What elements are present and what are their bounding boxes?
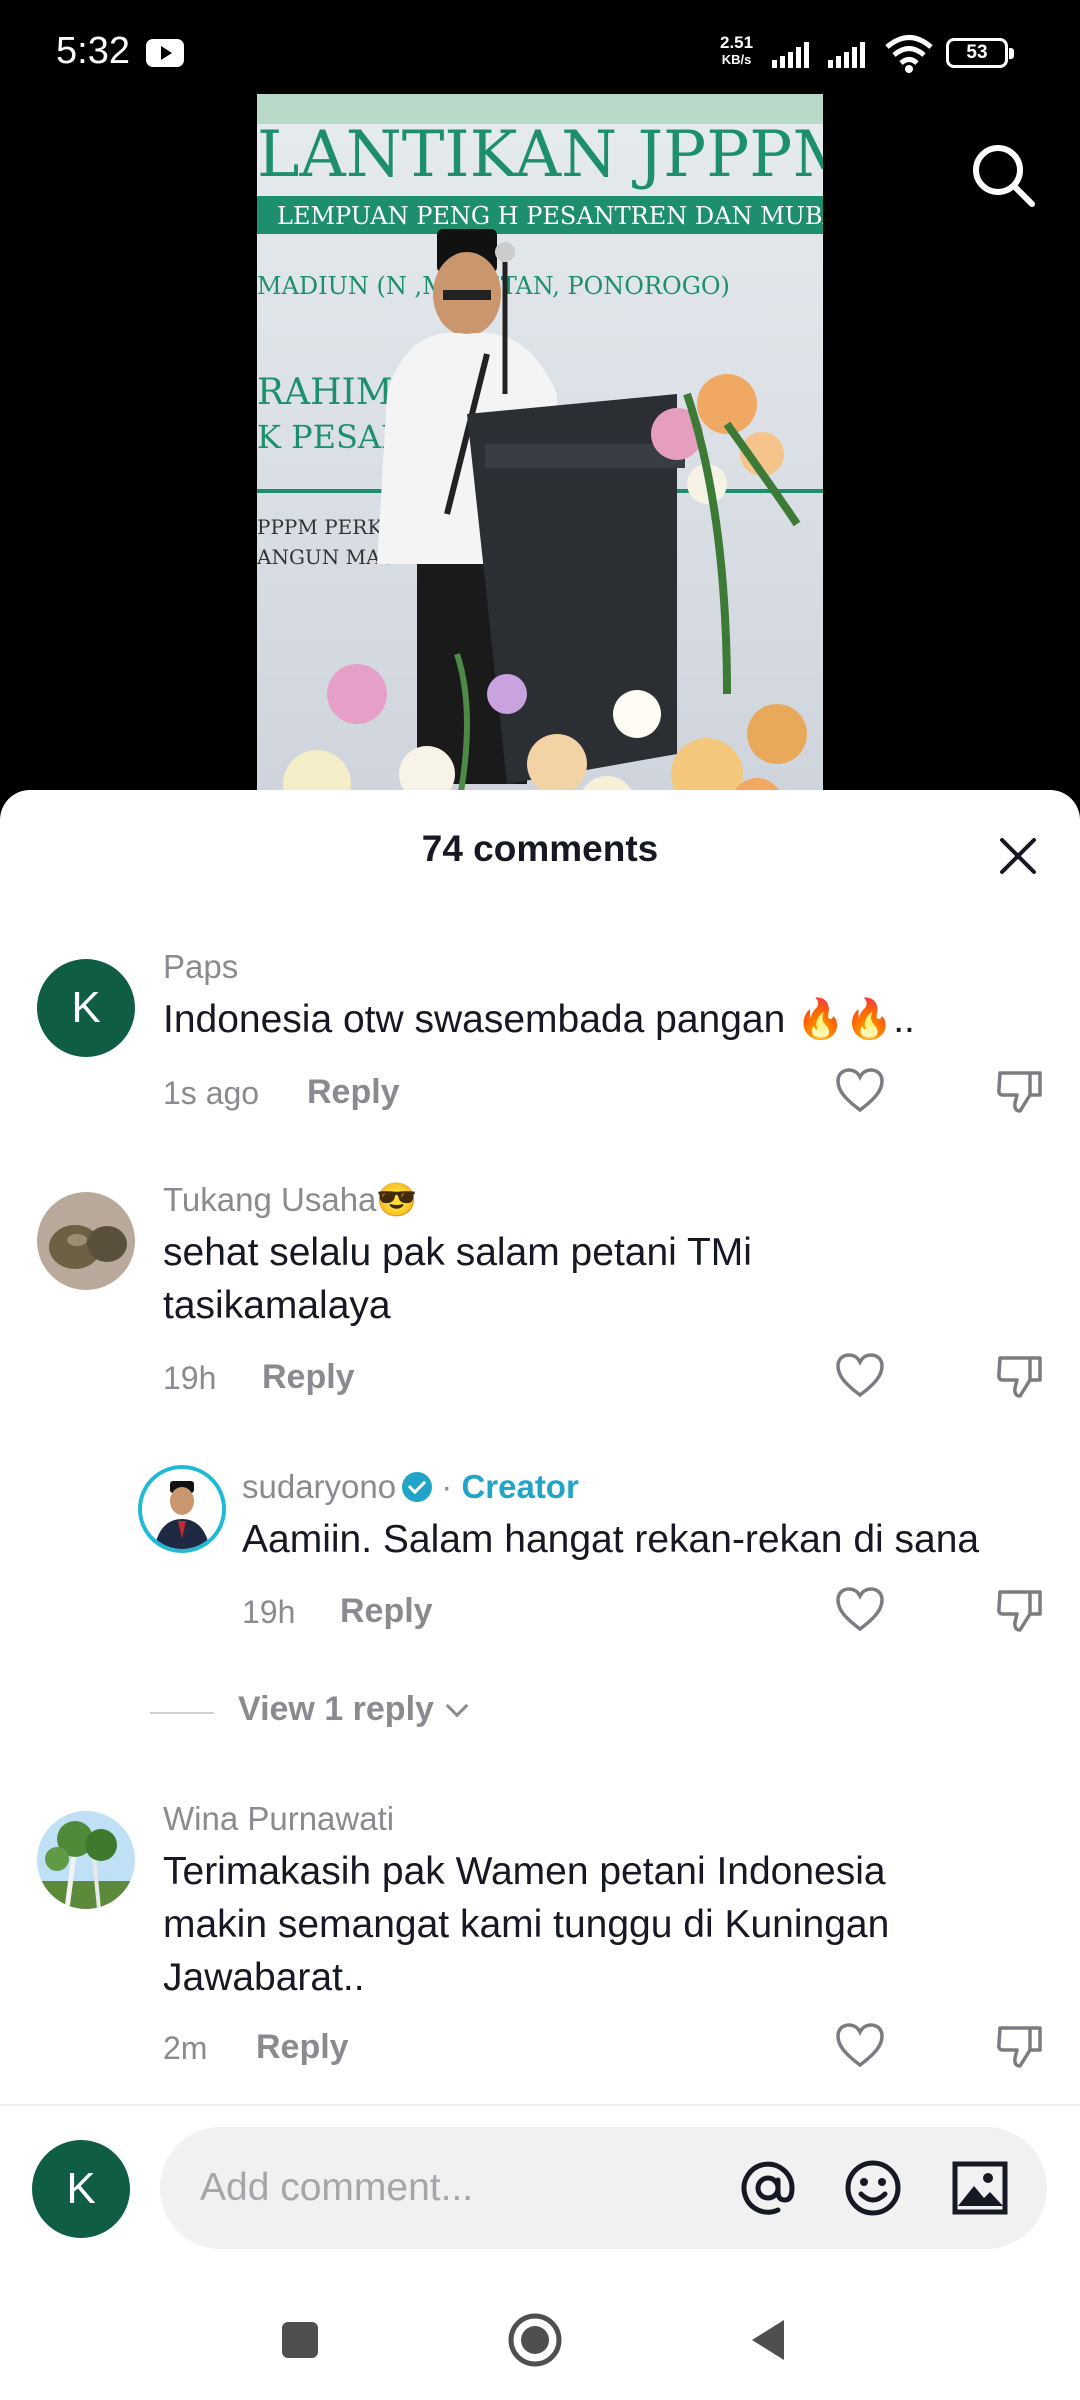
like-icon[interactable] (834, 1350, 886, 1402)
svg-text:LEMPUAN PENG H PESANTREN: LEMPUAN PENG H PESANTREN DAN MUBALI (277, 202, 823, 230)
comment-text: sehat selalu pak salam petani TMi tasika… (163, 1226, 1063, 1332)
recents-button[interactable] (270, 2310, 330, 2370)
comment-username[interactable]: Tukang Usaha😎 (163, 1181, 418, 1220)
avatar[interactable] (37, 1192, 135, 1290)
battery-indicator: 53 (946, 38, 1014, 68)
comment-input-container[interactable] (160, 2127, 1047, 2249)
dislike-icon[interactable] (994, 1065, 1046, 1117)
avatar[interactable] (37, 1811, 135, 1909)
reply-button[interactable]: Reply (340, 1592, 433, 1631)
comment-text-line: makin semangat kami tunggu di Kuningan (163, 1903, 890, 1946)
reply-button[interactable]: Reply (256, 2028, 349, 2067)
svg-text:RAHIM: RAHIM (257, 372, 393, 413)
status-bar: 5:32 2.51 KB/s 53 (0, 0, 1080, 100)
comment-text-line: Terimakasih pak Wamen petani Indonesia (163, 1850, 886, 1893)
divider (150, 1712, 214, 1714)
comment-username[interactable]: sudaryono · Creator (242, 1468, 579, 1506)
like-icon[interactable] (834, 2020, 886, 2072)
creator-badge: Creator (461, 1468, 579, 1505)
network-speed-value: 2.51 (720, 33, 754, 52)
comment-text: Indonesia otw swasembada pangan 🔥🔥.. (163, 998, 915, 1041)
comment-username[interactable]: Paps (163, 948, 238, 986)
system-nav-bar (0, 2280, 1080, 2400)
circle-icon (521, 2326, 549, 2354)
signal-icon (828, 42, 865, 68)
comment-text-line: sehat selalu pak salam petani TMi (163, 1231, 752, 1274)
dislike-icon[interactable] (994, 1584, 1046, 1636)
avatar[interactable]: K (37, 959, 135, 1057)
square-icon (282, 2322, 318, 2358)
home-button[interactable] (505, 2310, 565, 2370)
like-icon[interactable] (834, 1584, 886, 1636)
avatar-image (142, 1469, 222, 1549)
video-player[interactable]: LANTIKAN JPPPM LEMPUAN PENG H PESANTREN … (257, 94, 823, 814)
video-frame-image: LANTIKAN JPPPM LEMPUAN PENG H PESANTREN … (257, 94, 823, 814)
comment-time: 2m (163, 2030, 208, 2066)
like-icon[interactable] (834, 1065, 886, 1117)
comments-count-title: 74 comments (421, 828, 659, 869)
comment-time: 1s ago (163, 1075, 260, 1111)
network-speed-unit: KB/s (721, 52, 752, 67)
comment-username[interactable]: Wina Purnawati (163, 1800, 394, 1838)
youtube-icon (146, 39, 184, 67)
comment-text-line: Jawabarat.. (163, 1956, 365, 1999)
avatar-image (37, 1811, 135, 1909)
verified-badge-icon (402, 1472, 433, 1502)
triangle-icon (752, 2320, 784, 2360)
comment-text-line: tasikamalaya (163, 1284, 391, 1327)
reply-button[interactable]: Reply (262, 1358, 355, 1397)
comment-time: 19h (242, 1594, 296, 1630)
chevron-down-icon (446, 1694, 469, 1718)
svg-text:LANTIKAN JPPPM: LANTIKAN JPPPM (257, 118, 823, 192)
comment-time: 19h (163, 1360, 217, 1396)
network-speed: 2.51 KB/s (720, 34, 753, 68)
creator-username[interactable]: sudaryono (242, 1468, 396, 1505)
image-icon[interactable] (950, 2158, 1010, 2218)
wifi-icon (885, 35, 933, 73)
separator: · (432, 1468, 462, 1505)
signal-icon (772, 42, 809, 68)
close-button[interactable] (996, 834, 1040, 878)
back-button[interactable] (740, 2310, 800, 2370)
divider (0, 2104, 1080, 2106)
dislike-icon[interactable] (994, 1350, 1046, 1402)
reply-button[interactable]: Reply (307, 1073, 400, 1112)
status-time: 5:32 (56, 30, 130, 72)
user-avatar[interactable]: K (32, 2140, 130, 2238)
comment-input[interactable] (200, 2127, 700, 2249)
creator-avatar[interactable] (138, 1465, 226, 1553)
at-icon[interactable] (738, 2158, 798, 2218)
comment-text: Aamiin. Salam hangat rekan-rekan di sana (242, 1518, 980, 1561)
avatar-image (37, 1192, 135, 1290)
dislike-icon[interactable] (994, 2020, 1046, 2072)
search-button[interactable] (968, 140, 1038, 210)
emoji-icon[interactable] (843, 2158, 903, 2218)
view-replies-label[interactable]: View 1 reply (238, 1690, 469, 1729)
comment-text: Terimakasih pak Wamen petani Indonesia m… (163, 1845, 1063, 2004)
